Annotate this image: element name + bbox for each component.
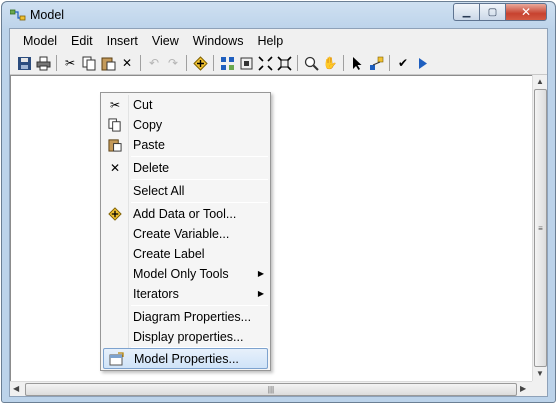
redo-icon[interactable]: ↷ xyxy=(165,55,181,71)
toolbar-separator xyxy=(186,55,187,71)
menu-item-label: Copy xyxy=(133,117,163,132)
paste-icon xyxy=(103,134,127,155)
menu-item-label: Delete xyxy=(133,160,170,175)
copy-icon xyxy=(103,114,127,135)
menu-bar: Model Edit Insert View Windows Help xyxy=(10,29,547,52)
menu-item-label: Model Only Tools xyxy=(133,266,229,281)
maximize-icon: ▢ xyxy=(487,6,498,18)
menu-item-label: Diagram Properties... xyxy=(133,309,252,324)
auto-layout-icon[interactable] xyxy=(219,55,235,71)
menu-item-iterators[interactable]: Iterators ▶ xyxy=(103,283,268,304)
menu-windows[interactable]: Windows xyxy=(186,34,251,48)
menu-item-create-label[interactable]: Create Label xyxy=(103,243,268,264)
add-data-icon xyxy=(103,203,127,224)
menu-item-label: Paste xyxy=(133,137,165,152)
pan-icon[interactable]: ✋ xyxy=(322,55,338,71)
undo-icon[interactable]: ↶ xyxy=(146,55,162,71)
title-bar[interactable]: Model ▁ ▢ ✕ xyxy=(2,2,555,28)
menu-item-add-data-or-tool[interactable]: Add Data or Tool... xyxy=(103,203,268,224)
minimize-button[interactable]: ▁ xyxy=(453,3,479,21)
toolbar: ✂ ✕ ↶ ↷ ✋ ✔ xyxy=(10,52,547,75)
zoom-icon[interactable] xyxy=(303,55,319,71)
toolbar-separator xyxy=(343,55,344,71)
model-app-icon xyxy=(9,9,26,22)
vertical-scrollbar[interactable]: ▲ ≡ ▼ xyxy=(532,75,547,381)
menu-item-create-variable[interactable]: Create Variable... xyxy=(103,223,268,244)
scroll-up-icon[interactable]: ▲ xyxy=(536,77,544,86)
print-icon[interactable] xyxy=(35,55,51,71)
close-button[interactable]: ✕ xyxy=(505,3,547,21)
cut-icon[interactable]: ✂ xyxy=(62,55,78,71)
menu-item-label: Add Data or Tool... xyxy=(133,206,237,221)
menu-item-select-all[interactable]: Select All xyxy=(103,180,268,201)
window-title: Model xyxy=(30,8,65,22)
model-properties-icon xyxy=(104,348,128,369)
menu-item-label: Iterators xyxy=(133,286,179,301)
fixed-zoom-in-icon[interactable] xyxy=(257,55,273,71)
run-icon[interactable] xyxy=(414,55,430,71)
menu-item-paste[interactable]: Paste xyxy=(103,134,268,155)
resize-grip[interactable] xyxy=(532,381,547,396)
save-icon[interactable] xyxy=(16,55,32,71)
add-data-icon[interactable] xyxy=(192,55,208,71)
delete-icon[interactable]: ✕ xyxy=(119,55,135,71)
connect-icon[interactable] xyxy=(368,55,384,71)
toolbar-separator xyxy=(213,55,214,71)
menu-item-label: Select All xyxy=(133,183,185,198)
toolbar-separator xyxy=(56,55,57,71)
menu-model[interactable]: Model xyxy=(16,34,64,48)
submenu-arrow-icon: ▶ xyxy=(257,269,265,278)
fixed-zoom-out-icon[interactable] xyxy=(276,55,292,71)
menu-view[interactable]: View xyxy=(145,34,186,48)
menu-item-diagram-properties[interactable]: Diagram Properties... xyxy=(103,306,268,327)
menu-item-label: Create Label xyxy=(133,246,205,261)
minimize-icon: ▁ xyxy=(462,6,471,18)
maximize-button[interactable]: ▢ xyxy=(479,3,505,21)
delete-icon: ✕ xyxy=(109,160,121,175)
scroll-right-icon[interactable]: ▶ xyxy=(520,384,526,393)
toolbar-separator xyxy=(389,55,390,71)
model-canvas[interactable] xyxy=(10,75,532,381)
close-icon: ✕ xyxy=(520,5,532,19)
menu-item-delete[interactable]: ✕ Delete xyxy=(103,157,268,178)
menu-item-label: Cut xyxy=(133,97,153,112)
toolbar-separator xyxy=(140,55,141,71)
toolbar-separator xyxy=(297,55,298,71)
scroll-left-icon[interactable]: ◀ xyxy=(13,384,19,393)
menu-edit[interactable]: Edit xyxy=(64,34,100,48)
horizontal-scrollbar[interactable]: ◀ ||| ▶ xyxy=(10,381,532,396)
model-window: Model ▁ ▢ ✕ Model Edit Insert View Windo… xyxy=(1,1,556,403)
menu-help[interactable]: Help xyxy=(250,34,290,48)
validate-icon[interactable]: ✔ xyxy=(395,55,411,71)
menu-insert[interactable]: Insert xyxy=(100,34,145,48)
context-menu: ✂ Cut Copy Paste ✕ Delete Select All Add… xyxy=(100,92,271,371)
menu-item-model-properties[interactable]: Model Properties... xyxy=(103,348,268,369)
cut-icon: ✂ xyxy=(109,97,121,112)
scroll-down-icon[interactable]: ▼ xyxy=(536,369,544,378)
horizontal-scroll-thumb[interactable]: ||| xyxy=(25,383,517,396)
copy-icon[interactable] xyxy=(81,55,97,71)
menu-item-label: Display properties... xyxy=(133,329,244,344)
submenu-arrow-icon: ▶ xyxy=(257,289,265,298)
menu-item-copy[interactable]: Copy xyxy=(103,114,268,135)
paste-icon[interactable] xyxy=(100,55,116,71)
full-extent-icon[interactable] xyxy=(238,55,254,71)
caption-buttons: ▁ ▢ ✕ xyxy=(453,3,547,21)
grip-icon: ||| xyxy=(267,385,275,394)
menu-item-label: Create Variable... xyxy=(133,226,230,241)
menu-item-model-only-tools[interactable]: Model Only Tools ▶ xyxy=(103,263,268,284)
menu-item-cut[interactable]: ✂ Cut xyxy=(103,94,268,115)
client-area: Model Edit Insert View Windows Help ✂ ✕ … xyxy=(9,28,548,397)
menu-item-label: Model Properties... xyxy=(134,351,239,366)
grip-icon: ≡ xyxy=(538,223,543,233)
vertical-scroll-thumb[interactable]: ≡ xyxy=(534,89,547,367)
menu-item-display-properties[interactable]: Display properties... xyxy=(103,326,268,347)
select-icon[interactable] xyxy=(349,55,365,71)
